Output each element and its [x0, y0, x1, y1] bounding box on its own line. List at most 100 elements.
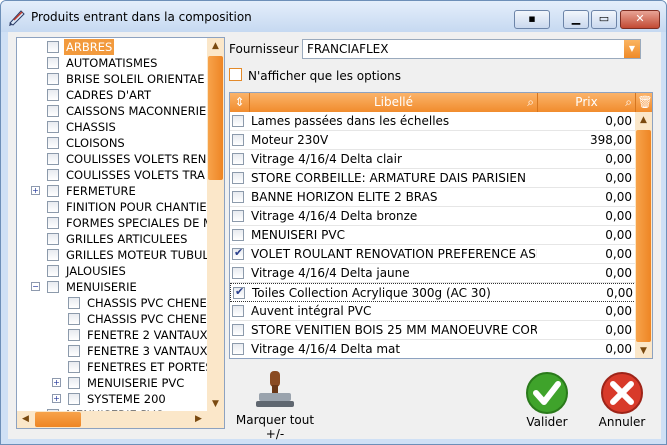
- tree-item-checkbox[interactable]: [47, 249, 59, 261]
- table-row[interactable]: Vitrage 4/16/4 Delta bronze 0,00: [230, 207, 636, 226]
- tree-item[interactable]: FINITION POUR CHANTIE: [17, 199, 207, 215]
- sort-toggle-icon[interactable]: ⇕: [230, 93, 250, 112]
- scroll-up-icon[interactable]: ▲: [635, 112, 652, 129]
- row-checkbox[interactable]: [232, 115, 244, 127]
- tree-hscroll-thumb[interactable]: [35, 412, 81, 427]
- tree-item[interactable]: CHASSIS PVC CHENE: [17, 311, 207, 327]
- row-checkbox[interactable]: [232, 305, 244, 317]
- tree-item-checkbox[interactable]: [47, 73, 59, 85]
- system-menu-button[interactable]: ▪: [514, 10, 550, 29]
- category-tree[interactable]: MENUISERIE PVC+SYSTEME 200+MENUISERIE PV…: [16, 37, 225, 429]
- tree-item[interactable]: + FERMETURE: [17, 183, 207, 199]
- row-checkbox[interactable]: ✔: [233, 285, 245, 299]
- tree-item[interactable]: + SYSTEME 200: [17, 391, 207, 407]
- tree-item[interactable]: FENETRE 3 VANTAUX: [17, 343, 208, 359]
- tree-item-checkbox[interactable]: [47, 105, 59, 117]
- tree-item-checkbox[interactable]: [47, 201, 59, 213]
- tree-item-checkbox[interactable]: [68, 393, 80, 405]
- table-row[interactable]: Auvent intégral PVC 0,00: [230, 302, 636, 321]
- row-checkbox[interactable]: [232, 172, 244, 184]
- tree-item-checkbox[interactable]: [47, 185, 59, 197]
- row-checkbox[interactable]: [232, 229, 244, 241]
- tree-item[interactable]: ARBRES: [17, 39, 207, 55]
- tree-item[interactable]: CADRES D'ART: [17, 87, 207, 103]
- tree-item-checkbox[interactable]: [68, 377, 80, 389]
- tree-item[interactable]: AUTOMATISMES: [17, 55, 207, 71]
- tree-item[interactable]: COULISSES VOLETS TRA: [17, 167, 207, 183]
- row-checkbox[interactable]: [232, 267, 244, 279]
- table-row[interactable]: Lames passées dans les échelles 0,00: [230, 112, 636, 131]
- tree-item[interactable]: JALOUSIES: [17, 263, 207, 279]
- tree-item-checkbox[interactable]: [47, 281, 59, 293]
- options-only-checkbox[interactable]: [229, 68, 242, 81]
- expand-icon[interactable]: +: [31, 186, 40, 195]
- tree-item[interactable]: FENETRES ET PORTES: [17, 359, 213, 375]
- tree-item[interactable]: COULISSES VOLETS REN: [17, 151, 207, 167]
- table-row[interactable]: ✔ VOLET ROULANT RENOVATION PREFERENCE ASP…: [230, 245, 636, 264]
- table-row[interactable]: MENUISERI PVC 0,00: [230, 226, 636, 245]
- chevron-down-icon[interactable]: ▼: [624, 40, 640, 58]
- tree-item[interactable]: CHASSIS PVC CHENE: [17, 295, 207, 311]
- table-row[interactable]: ✔ Toiles Collection Acrylique 300g (AC 30…: [230, 283, 636, 302]
- tree-item-checkbox[interactable]: [47, 169, 59, 181]
- tree-item-checkbox[interactable]: [47, 233, 59, 245]
- table-row[interactable]: Vitrage 4/16/4 Delta clair 0,00: [230, 150, 636, 169]
- tree-item[interactable]: BRISE SOLEIL ORIENTAE: [17, 71, 207, 87]
- search-icon[interactable]: ⌕: [527, 93, 534, 112]
- tree-horizontal-scrollbar[interactable]: ◀ ▶: [17, 411, 207, 428]
- tree-item[interactable]: CLOISONS: [17, 135, 207, 151]
- table-row[interactable]: Vitrage 4/16/4 Delta mat 0,00: [230, 340, 636, 358]
- tree-item-checkbox[interactable]: [47, 89, 59, 101]
- tree-item[interactable]: CAISSONS MACONNERIE: [17, 103, 207, 119]
- row-checkbox[interactable]: ✔: [232, 246, 244, 260]
- tree-item-checkbox[interactable]: [47, 153, 59, 165]
- cancel-button[interactable]: Annuler: [597, 371, 647, 433]
- column-header-price[interactable]: Prix ⌕: [538, 93, 636, 112]
- mark-all-button[interactable]: Marquer tout +/-: [229, 369, 321, 441]
- close-button[interactable]: ✕: [620, 10, 660, 29]
- expand-icon[interactable]: +: [52, 394, 61, 403]
- tree-item[interactable]: GRILLES MOTEUR TUBUL: [17, 247, 209, 263]
- tree-item-checkbox[interactable]: [47, 265, 59, 277]
- row-checkbox[interactable]: [232, 210, 244, 222]
- tree-item[interactable]: GRILLES ARTICULEES: [17, 231, 207, 247]
- tree-item-checkbox[interactable]: [47, 57, 59, 69]
- grid-scroll-thumb[interactable]: [636, 130, 651, 342]
- scroll-up-icon[interactable]: ▲: [207, 38, 224, 55]
- products-grid[interactable]: ⇕ Libellé ⌕ Prix ⌕ 🗑 Lames passées dans …: [229, 92, 653, 359]
- validate-button[interactable]: Valider: [522, 371, 572, 433]
- tree-item[interactable]: CHASSIS: [17, 119, 207, 135]
- scroll-left-icon[interactable]: ◀: [17, 411, 34, 428]
- expand-icon[interactable]: +: [52, 378, 61, 387]
- tree-item-checkbox[interactable]: [68, 297, 80, 309]
- tree-scroll-thumb[interactable]: [208, 56, 223, 180]
- tree-item-checkbox[interactable]: [68, 313, 80, 325]
- fournisseur-select[interactable]: FRANCIAFLEX ▼: [302, 39, 641, 59]
- tree-item-checkbox[interactable]: [68, 329, 80, 341]
- table-row[interactable]: STORE VENITIEN BOIS 25 MM MANOEUVRE CORD…: [230, 321, 636, 340]
- table-row[interactable]: BANNE HORIZON ELITE 2 BRAS 0,00: [230, 188, 636, 207]
- maximize-button[interactable]: ▭: [591, 10, 617, 29]
- tree-item-checkbox[interactable]: [47, 41, 59, 53]
- table-row[interactable]: Vitrage 4/16/4 Delta jaune 0,00: [230, 264, 636, 283]
- row-checkbox[interactable]: [232, 343, 244, 355]
- row-checkbox[interactable]: [232, 134, 244, 146]
- scroll-down-icon[interactable]: ▼: [207, 396, 224, 413]
- tree-vertical-scrollbar[interactable]: ▲ ▼: [207, 38, 224, 428]
- tree-item[interactable]: − MENUISERIE: [17, 279, 207, 295]
- tree-item-checkbox[interactable]: [47, 137, 59, 149]
- grid-vertical-scrollbar[interactable]: ▲ ▼: [635, 112, 652, 358]
- table-row[interactable]: STORE CORBEILLE: ARMATURE DAIS PARISIEN 0…: [230, 169, 636, 188]
- tree-item-checkbox[interactable]: [47, 121, 59, 133]
- search-icon[interactable]: ⌕: [625, 93, 632, 112]
- scroll-down-icon[interactable]: ▼: [635, 343, 652, 358]
- tree-item-checkbox[interactable]: [47, 217, 59, 229]
- row-checkbox[interactable]: [232, 191, 244, 203]
- minimize-button[interactable]: ▁: [563, 10, 589, 29]
- row-checkbox[interactable]: [232, 324, 244, 336]
- scroll-right-icon[interactable]: ▶: [190, 411, 207, 428]
- table-row[interactable]: Moteur 230V 398,00: [230, 131, 636, 150]
- tree-item-checkbox[interactable]: [68, 345, 80, 357]
- tree-item[interactable]: FENETRE 2 VANTAUX: [17, 327, 208, 343]
- tree-item[interactable]: FORMES SPECIALES DE M: [17, 215, 213, 231]
